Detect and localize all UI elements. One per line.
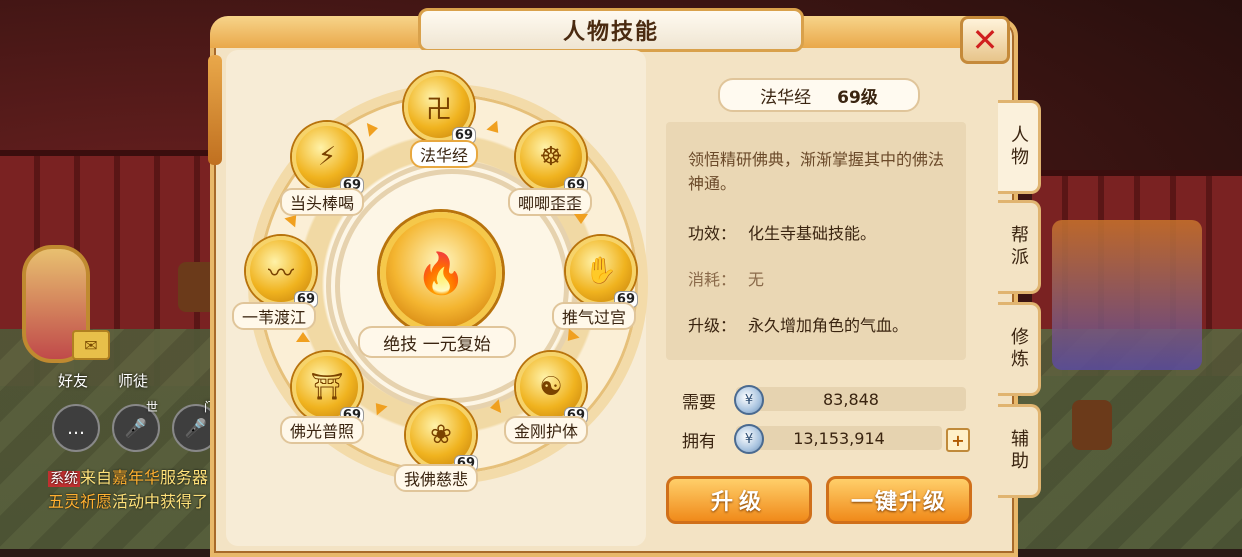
skill-label[interactable]: 推气过宫 bbox=[552, 302, 637, 330]
tassel-ornament bbox=[208, 55, 222, 165]
skill-label[interactable]: 佛光普照 bbox=[280, 416, 365, 444]
skill-icon-yiweidujiang[interactable]: 〰 69 bbox=[246, 236, 318, 308]
cycle-arrow-icon bbox=[296, 332, 310, 342]
skill-icon-dangtoubanghe[interactable]: ⚡ 69 bbox=[292, 122, 364, 194]
have-label: 拥有 bbox=[682, 432, 716, 452]
effect-value: 化生寺基础技能。 bbox=[748, 224, 877, 243]
upgrade-value: 永久增加角色的气血。 bbox=[748, 316, 909, 335]
skill-icon-jijiwaiwai[interactable]: ☸ 69 bbox=[516, 122, 588, 194]
skill-description: 领悟精研佛典，渐渐掌握其中的佛法神通。 bbox=[688, 150, 945, 193]
ultimate-skill-label[interactable]: 绝技 一元复始 bbox=[358, 326, 516, 358]
tab-character[interactable]: 人物 bbox=[998, 100, 1041, 194]
ultimate-skill-icon[interactable]: 🔥 bbox=[380, 212, 502, 334]
need-value: 83,848 bbox=[736, 387, 966, 411]
cycle-arrow-icon bbox=[574, 214, 588, 224]
skill-label[interactable]: 金刚护体 bbox=[504, 416, 589, 444]
add-silver-button[interactable]: + bbox=[946, 428, 970, 452]
silver-coin-icon: ¥ bbox=[734, 385, 764, 415]
upgrade-key: 升级： bbox=[688, 316, 737, 335]
curtain bbox=[1052, 220, 1202, 370]
skill-icon-fahuajing[interactable]: 卍 69 bbox=[404, 72, 476, 144]
panel-title: 人物技能 bbox=[418, 8, 804, 52]
flame-icon: 🔥 bbox=[416, 250, 466, 297]
chat-line: 五灵祈愿活动中获得了 bbox=[48, 488, 208, 512]
silver-coin-icon: ¥ bbox=[734, 424, 764, 454]
selected-skill-name: 法华经 bbox=[760, 87, 812, 108]
system-tag: 系统 bbox=[48, 471, 80, 487]
chat-line: 系统 来自嘉年华服务器 bbox=[48, 464, 208, 488]
skill-icon-jinganghuti[interactable]: ☯69 bbox=[516, 352, 588, 424]
skill-label[interactable]: 法华经 bbox=[410, 140, 479, 168]
chat-text: 活动中获得了 bbox=[112, 492, 209, 511]
consume-key: 消耗： bbox=[688, 270, 737, 289]
tab-auxiliary[interactable]: 辅助 bbox=[998, 404, 1041, 498]
mail-icon[interactable]: ✉ bbox=[72, 330, 110, 360]
chat-highlight: 嘉年华 bbox=[112, 468, 161, 487]
skill-label[interactable]: 唧唧歪歪 bbox=[508, 188, 593, 216]
need-label: 需要 bbox=[682, 393, 716, 413]
upgrade-button[interactable]: 升级 bbox=[666, 476, 812, 524]
friends-label[interactable]: 好友 bbox=[58, 370, 88, 391]
skill-label[interactable]: 我佛慈悲 bbox=[394, 464, 479, 492]
skill-label[interactable]: 一苇渡江 bbox=[232, 302, 317, 330]
effect-row: 功效： 化生寺基础技能。 bbox=[688, 220, 876, 244]
one-key-upgrade-button[interactable]: 一键升级 bbox=[826, 476, 972, 524]
consume-row: 消耗： 无 bbox=[688, 266, 764, 290]
plus-icon[interactable]: + bbox=[951, 431, 964, 450]
skill-icon-foguangpuzhao[interactable]: ⛩69 bbox=[292, 352, 364, 424]
chat-text: 服务器 bbox=[160, 468, 209, 487]
chat-bubble-icon[interactable]: … bbox=[52, 404, 100, 452]
skill-icon-wofocibei[interactable]: ❀69 bbox=[406, 400, 478, 472]
world-channel-label: 世 bbox=[146, 400, 159, 414]
flower-pot bbox=[1072, 400, 1112, 450]
consume-value: 无 bbox=[748, 270, 765, 289]
selected-skill-tag: 法华经 69级 bbox=[718, 78, 920, 112]
chat-text: 来自 bbox=[80, 468, 113, 487]
master-label[interactable]: 师徒 bbox=[118, 370, 148, 391]
effect-key: 功效： bbox=[688, 224, 737, 243]
selected-skill-level: 69级 bbox=[837, 87, 878, 108]
have-value: 13,153,914 bbox=[736, 426, 942, 450]
tab-guild[interactable]: 帮派 bbox=[998, 200, 1041, 294]
tab-cultivation[interactable]: 修炼 bbox=[998, 302, 1041, 396]
upgrade-row: 升级： 永久增加角色的气血。 bbox=[688, 312, 908, 336]
skill-icon-tuiqiguogong[interactable]: ✋ 69 bbox=[566, 236, 638, 308]
chat-highlight: 五灵祈愿 bbox=[48, 492, 113, 511]
